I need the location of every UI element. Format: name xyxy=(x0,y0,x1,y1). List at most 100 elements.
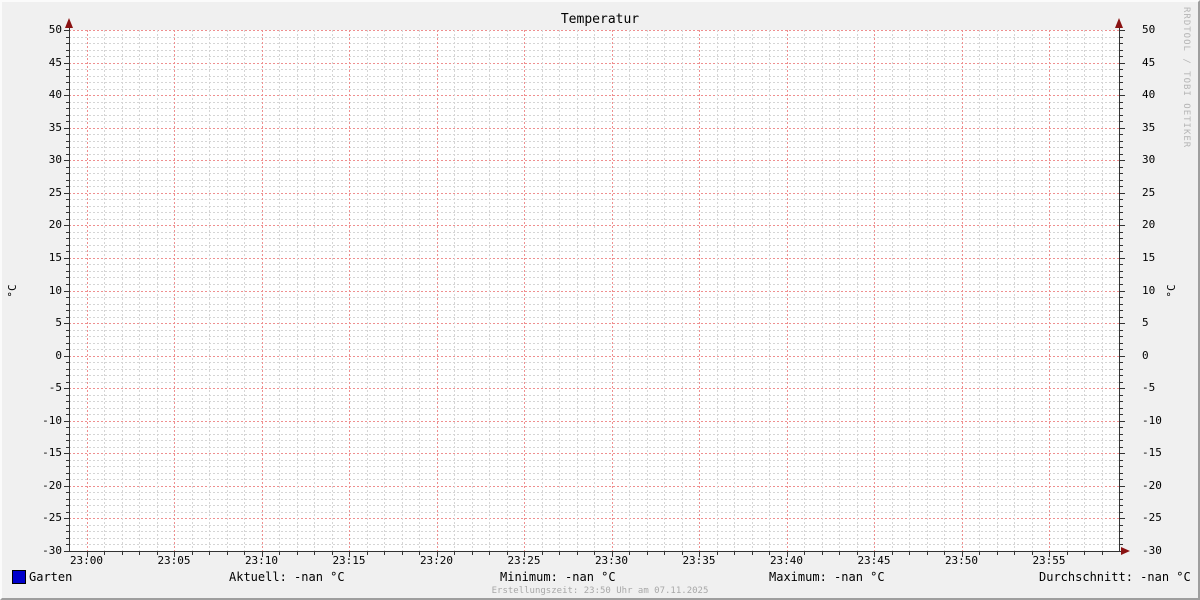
y-axis-tick-label: 25 xyxy=(16,187,62,199)
y-tick-right xyxy=(1120,330,1123,331)
y-tick-right xyxy=(1120,95,1125,96)
y-axis-tick-label: 50 xyxy=(16,24,62,36)
y-tick-right xyxy=(1120,421,1125,422)
y-tick-right xyxy=(1120,30,1125,31)
legend-series-label: Garten xyxy=(29,570,72,584)
y-axis-tick-label: 15 xyxy=(1142,252,1188,264)
gridline-minor-v xyxy=(647,30,648,551)
gridline-minor-v xyxy=(734,30,735,551)
y-tick-right xyxy=(1120,37,1123,38)
y-axis-tick-label: -20 xyxy=(16,480,62,492)
gridline-minor-v xyxy=(139,30,140,551)
gridline-major-v xyxy=(962,30,963,551)
creation-time-note: Erstellungszeit: 23:50 Uhr am 07.11.2025 xyxy=(2,586,1198,596)
y-tick-right xyxy=(1120,486,1125,487)
x-tick xyxy=(752,552,753,555)
y-axis-tick-label: 5 xyxy=(1142,317,1188,329)
y-tick-right xyxy=(1120,473,1123,474)
y-tick-right xyxy=(1120,531,1123,532)
x-tick xyxy=(489,552,490,555)
x-tick xyxy=(157,552,158,555)
y-axis-tick-label: 30 xyxy=(1142,154,1188,166)
x-tick xyxy=(122,552,123,555)
y-tick-right xyxy=(1120,206,1123,207)
x-tick xyxy=(944,552,945,555)
gridline-minor-v xyxy=(227,30,228,551)
y-tick-right xyxy=(1120,356,1125,357)
gridline-minor-v xyxy=(542,30,543,551)
gridline-minor-v xyxy=(927,30,928,551)
y-tick-right xyxy=(1120,434,1123,435)
y-tick-right xyxy=(1120,538,1123,539)
y-tick-right xyxy=(1120,375,1123,376)
x-tick xyxy=(857,552,858,555)
gridline-minor-v xyxy=(472,30,473,551)
x-tick xyxy=(419,552,420,555)
x-tick xyxy=(927,552,928,555)
y-tick-right xyxy=(1120,251,1123,252)
gridline-minor-v xyxy=(1067,30,1068,551)
y-tick-right xyxy=(1120,134,1123,135)
gridline-minor-v xyxy=(577,30,578,551)
y-tick-right xyxy=(1120,317,1123,318)
gridline-minor-v xyxy=(122,30,123,551)
y-tick-right xyxy=(1120,193,1125,194)
y-tick-right xyxy=(1120,291,1125,292)
y-tick-right xyxy=(1120,447,1123,448)
y-tick-right xyxy=(1120,479,1123,480)
y-axis-tick-label: 30 xyxy=(16,154,62,166)
gridline-minor-v xyxy=(769,30,770,551)
gridline-minor-v xyxy=(157,30,158,551)
x-tick xyxy=(839,552,840,555)
y-tick-right xyxy=(1120,56,1123,57)
x-tick xyxy=(139,552,140,555)
y-axis-tick-label: 10 xyxy=(1142,285,1188,297)
x-tick xyxy=(227,552,228,555)
gridline-minor-v xyxy=(559,30,560,551)
gridline-minor-v xyxy=(1084,30,1085,551)
y-tick-right xyxy=(1120,121,1123,122)
gridline-minor-v xyxy=(594,30,595,551)
y-axis-tick-label: -5 xyxy=(16,382,62,394)
x-tick xyxy=(1049,552,1050,557)
x-tick xyxy=(594,552,595,555)
gridline-minor-v xyxy=(1102,30,1103,551)
x-tick xyxy=(822,552,823,555)
x-tick xyxy=(367,552,368,555)
y-tick-right xyxy=(1120,297,1123,298)
y-tick-right xyxy=(1120,518,1125,519)
x-tick xyxy=(1032,552,1033,555)
x-tick xyxy=(437,552,438,557)
gridline-minor-v xyxy=(454,30,455,551)
y-tick-right xyxy=(1120,401,1123,402)
x-tick xyxy=(769,552,770,555)
gridline-minor-v xyxy=(664,30,665,551)
y-tick-right xyxy=(1120,50,1123,51)
y-tick-right xyxy=(1120,225,1125,226)
y-axis-tick-label: 10 xyxy=(16,285,62,297)
gridline-minor-v xyxy=(332,30,333,551)
y-axis-tick-label: -25 xyxy=(1142,512,1188,524)
gridline-major-v xyxy=(87,30,88,551)
x-tick xyxy=(892,552,893,555)
y-tick-right xyxy=(1120,147,1123,148)
y-tick-right xyxy=(1120,264,1123,265)
x-tick xyxy=(507,552,508,555)
x-tick xyxy=(542,552,543,555)
y-tick-right xyxy=(1120,453,1125,454)
x-tick xyxy=(787,552,788,557)
y-tick-right xyxy=(1120,82,1123,83)
y-tick-right xyxy=(1120,343,1123,344)
x-tick xyxy=(699,552,700,557)
y-axis-arrow-left-icon xyxy=(65,18,73,28)
y-tick-right xyxy=(1120,173,1123,174)
x-tick xyxy=(804,552,805,555)
gridline-minor-v xyxy=(944,30,945,551)
x-tick xyxy=(682,552,683,555)
y-tick-right xyxy=(1120,414,1123,415)
x-tick xyxy=(1067,552,1068,555)
x-tick xyxy=(1084,552,1085,555)
x-tick xyxy=(402,552,403,555)
rrdtool-watermark: RRDTOOL / TOBI OETIKER xyxy=(1181,7,1191,148)
y-tick-right xyxy=(1120,212,1123,213)
